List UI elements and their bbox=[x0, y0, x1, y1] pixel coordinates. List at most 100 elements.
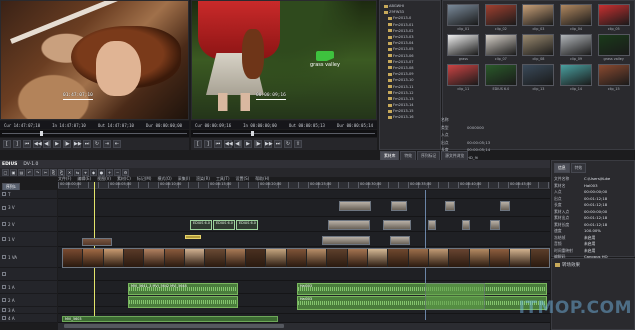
track-toggle-icon[interactable] bbox=[2, 205, 6, 210]
effects-folder[interactable]: 转场效果 bbox=[555, 262, 631, 268]
play-icon[interactable]: ▶ bbox=[53, 140, 61, 148]
overwrite-icon[interactable]: ⇤ bbox=[113, 140, 121, 148]
menu-item[interactable]: 采集(I) bbox=[178, 176, 190, 181]
tab-information[interactable]: 信息 bbox=[554, 163, 570, 173]
goto-start-icon[interactable]: ⏮ bbox=[23, 140, 31, 148]
timeline-clip[interactable] bbox=[185, 235, 201, 239]
fast-forward-icon[interactable]: ▶▶ bbox=[73, 140, 82, 148]
bin-clip-thumbnail[interactable]: clip_03 bbox=[521, 4, 556, 31]
step-back-icon[interactable]: ◀| bbox=[43, 140, 51, 148]
menu-item[interactable]: 素材(C) bbox=[117, 176, 131, 181]
track-toggle-icon[interactable] bbox=[2, 192, 6, 196]
track-header[interactable]: 3 V bbox=[0, 199, 57, 217]
player-scrub-bar[interactable] bbox=[0, 130, 189, 137]
track-header[interactable]: 2 A bbox=[0, 294, 57, 307]
title-clip[interactable]: EDIUS 6.0 bbox=[190, 220, 212, 230]
timeline-clip[interactable] bbox=[322, 236, 370, 245]
track-toggle-icon[interactable] bbox=[2, 272, 6, 276]
bin-clip-thumbnail[interactable]: clip_04 bbox=[559, 4, 594, 31]
timeline-ruler[interactable]: 00:00:00;00 00:00:05;00 00:00:10;00 00:00:1… bbox=[58, 182, 550, 189]
copy-icon[interactable]: ⎘ bbox=[50, 169, 57, 176]
zoom-out-icon[interactable]: − bbox=[114, 169, 121, 176]
undo-icon[interactable]: ↶ bbox=[26, 169, 33, 176]
audio-clip[interactable] bbox=[128, 296, 238, 308]
set-out-icon[interactable]: ] bbox=[13, 140, 21, 148]
timeline-clip[interactable] bbox=[428, 220, 436, 230]
menu-item[interactable]: 模式(O) bbox=[157, 176, 171, 181]
menu-item[interactable]: 帮助(H) bbox=[255, 176, 269, 181]
bin-clip-thumbnail[interactable]: clip_13 bbox=[521, 64, 556, 91]
audio-highlight-region[interactable] bbox=[425, 283, 485, 310]
bin-clip-thumbnail[interactable]: EDIUS 6.0 bbox=[484, 64, 519, 91]
menu-item[interactable]: 视图(V) bbox=[97, 176, 111, 181]
rec-fast-forward-icon[interactable]: ▶▶ bbox=[264, 140, 273, 148]
zoom-in-icon[interactable]: + bbox=[106, 169, 113, 176]
timeline-clip[interactable] bbox=[462, 220, 470, 230]
rec-export-icon[interactable]: ⇪ bbox=[294, 140, 302, 148]
snap-icon[interactable]: ⌖ bbox=[82, 169, 89, 176]
rec-rewind-icon[interactable]: ◀◀ bbox=[224, 140, 233, 148]
track-lane[interactable] bbox=[58, 199, 550, 217]
recorder-scrub-knob[interactable] bbox=[251, 131, 254, 136]
rewind-icon[interactable]: ◀◀ bbox=[33, 140, 42, 148]
track-toggle-icon[interactable] bbox=[2, 285, 6, 289]
bin-clip-thumbnail[interactable]: clip_14 bbox=[559, 64, 594, 91]
track-header[interactable]: T bbox=[0, 190, 57, 199]
loop-icon[interactable]: ↻ bbox=[93, 140, 101, 148]
audio-clip[interactable]: Hal003 bbox=[297, 296, 547, 310]
main-video-clip[interactable] bbox=[62, 248, 550, 268]
rec-play-icon[interactable]: ▶ bbox=[244, 140, 252, 148]
track-lane[interactable] bbox=[58, 232, 550, 247]
bin-clip-thumbnail[interactable]: clip_15 bbox=[596, 64, 631, 91]
recorder-scrub-bar[interactable] bbox=[191, 130, 377, 137]
timeline-clip[interactable] bbox=[500, 201, 510, 211]
menu-item[interactable]: 标记(M) bbox=[137, 176, 152, 181]
track-lane[interactable] bbox=[58, 190, 550, 199]
title-clip[interactable]: EDIUS 6.0 bbox=[213, 220, 235, 230]
rec-goto-end-icon[interactable]: ⏭ bbox=[274, 140, 282, 148]
rec-step-back-icon[interactable]: ◀| bbox=[234, 140, 242, 148]
insert-icon[interactable]: ⇥ bbox=[103, 140, 111, 148]
timeline-scroll-thumb[interactable] bbox=[64, 324, 284, 328]
track-header[interactable]: 3 A bbox=[0, 307, 57, 314]
bin-clip-thumbnail[interactable]: clip_01 bbox=[446, 4, 481, 31]
track-header[interactable] bbox=[0, 268, 57, 281]
redo-icon[interactable]: ↷ bbox=[34, 169, 41, 176]
bin-clip-thumbnail[interactable]: clip_05 bbox=[596, 4, 631, 31]
track-lane[interactable] bbox=[58, 268, 550, 281]
track-toggle-icon[interactable] bbox=[2, 255, 6, 259]
marker-icon[interactable]: ◆ bbox=[90, 169, 97, 176]
step-forward-icon[interactable]: |▶ bbox=[63, 140, 71, 148]
timeline-clip[interactable] bbox=[339, 201, 371, 211]
timeline-clip[interactable] bbox=[445, 201, 455, 211]
timeline-clip[interactable] bbox=[383, 220, 411, 230]
audio-clip[interactable]: MVI_5641_3 MVI_5642 MVI_5648 bbox=[128, 283, 238, 295]
paste-icon[interactable]: ⎗ bbox=[58, 169, 65, 176]
bin-clip-thumbnail[interactable]: grass bbox=[446, 34, 481, 61]
audio-clip[interactable]: Hal003 bbox=[297, 283, 547, 295]
cut-icon[interactable]: ✂ bbox=[42, 169, 49, 176]
tab-info-effects[interactable]: 特效 bbox=[570, 163, 587, 173]
open-icon[interactable]: ▣ bbox=[10, 169, 17, 176]
goto-end-icon[interactable]: ⏭ bbox=[83, 140, 91, 148]
track-toggle-icon[interactable] bbox=[2, 316, 6, 320]
track-header[interactable]: 2 V bbox=[0, 217, 57, 232]
track-toggle-icon[interactable] bbox=[2, 237, 6, 241]
player-monitor[interactable]: 01:47:07;10 bbox=[0, 0, 189, 120]
bin-clip-thumbnail[interactable]: clip_02 bbox=[484, 4, 519, 31]
rec-set-out-icon[interactable]: ] bbox=[204, 140, 212, 148]
menu-item[interactable]: 渲染(R) bbox=[196, 176, 210, 181]
delete-icon[interactable]: ✕ bbox=[66, 169, 73, 176]
recorder-monitor[interactable]: grass valley 00:00:09;16 bbox=[191, 0, 377, 120]
title-clip[interactable]: EDIUS 6.0 bbox=[236, 220, 258, 230]
bin-clip-thumbnail[interactable]: grass valley bbox=[596, 34, 631, 61]
settings-icon[interactable]: ⚙ bbox=[122, 169, 129, 176]
track-toggle-icon[interactable] bbox=[2, 222, 6, 226]
rec-loop-icon[interactable]: ↻ bbox=[284, 140, 292, 148]
track-lane[interactable] bbox=[58, 217, 550, 232]
menu-item[interactable]: 工具(T) bbox=[216, 176, 230, 181]
menu-item[interactable]: 文件(F) bbox=[58, 176, 71, 181]
timeline-clip[interactable] bbox=[328, 220, 370, 230]
timeline-clip[interactable] bbox=[82, 238, 112, 246]
bin-clip-thumbnail[interactable]: clip_08 bbox=[521, 34, 556, 61]
